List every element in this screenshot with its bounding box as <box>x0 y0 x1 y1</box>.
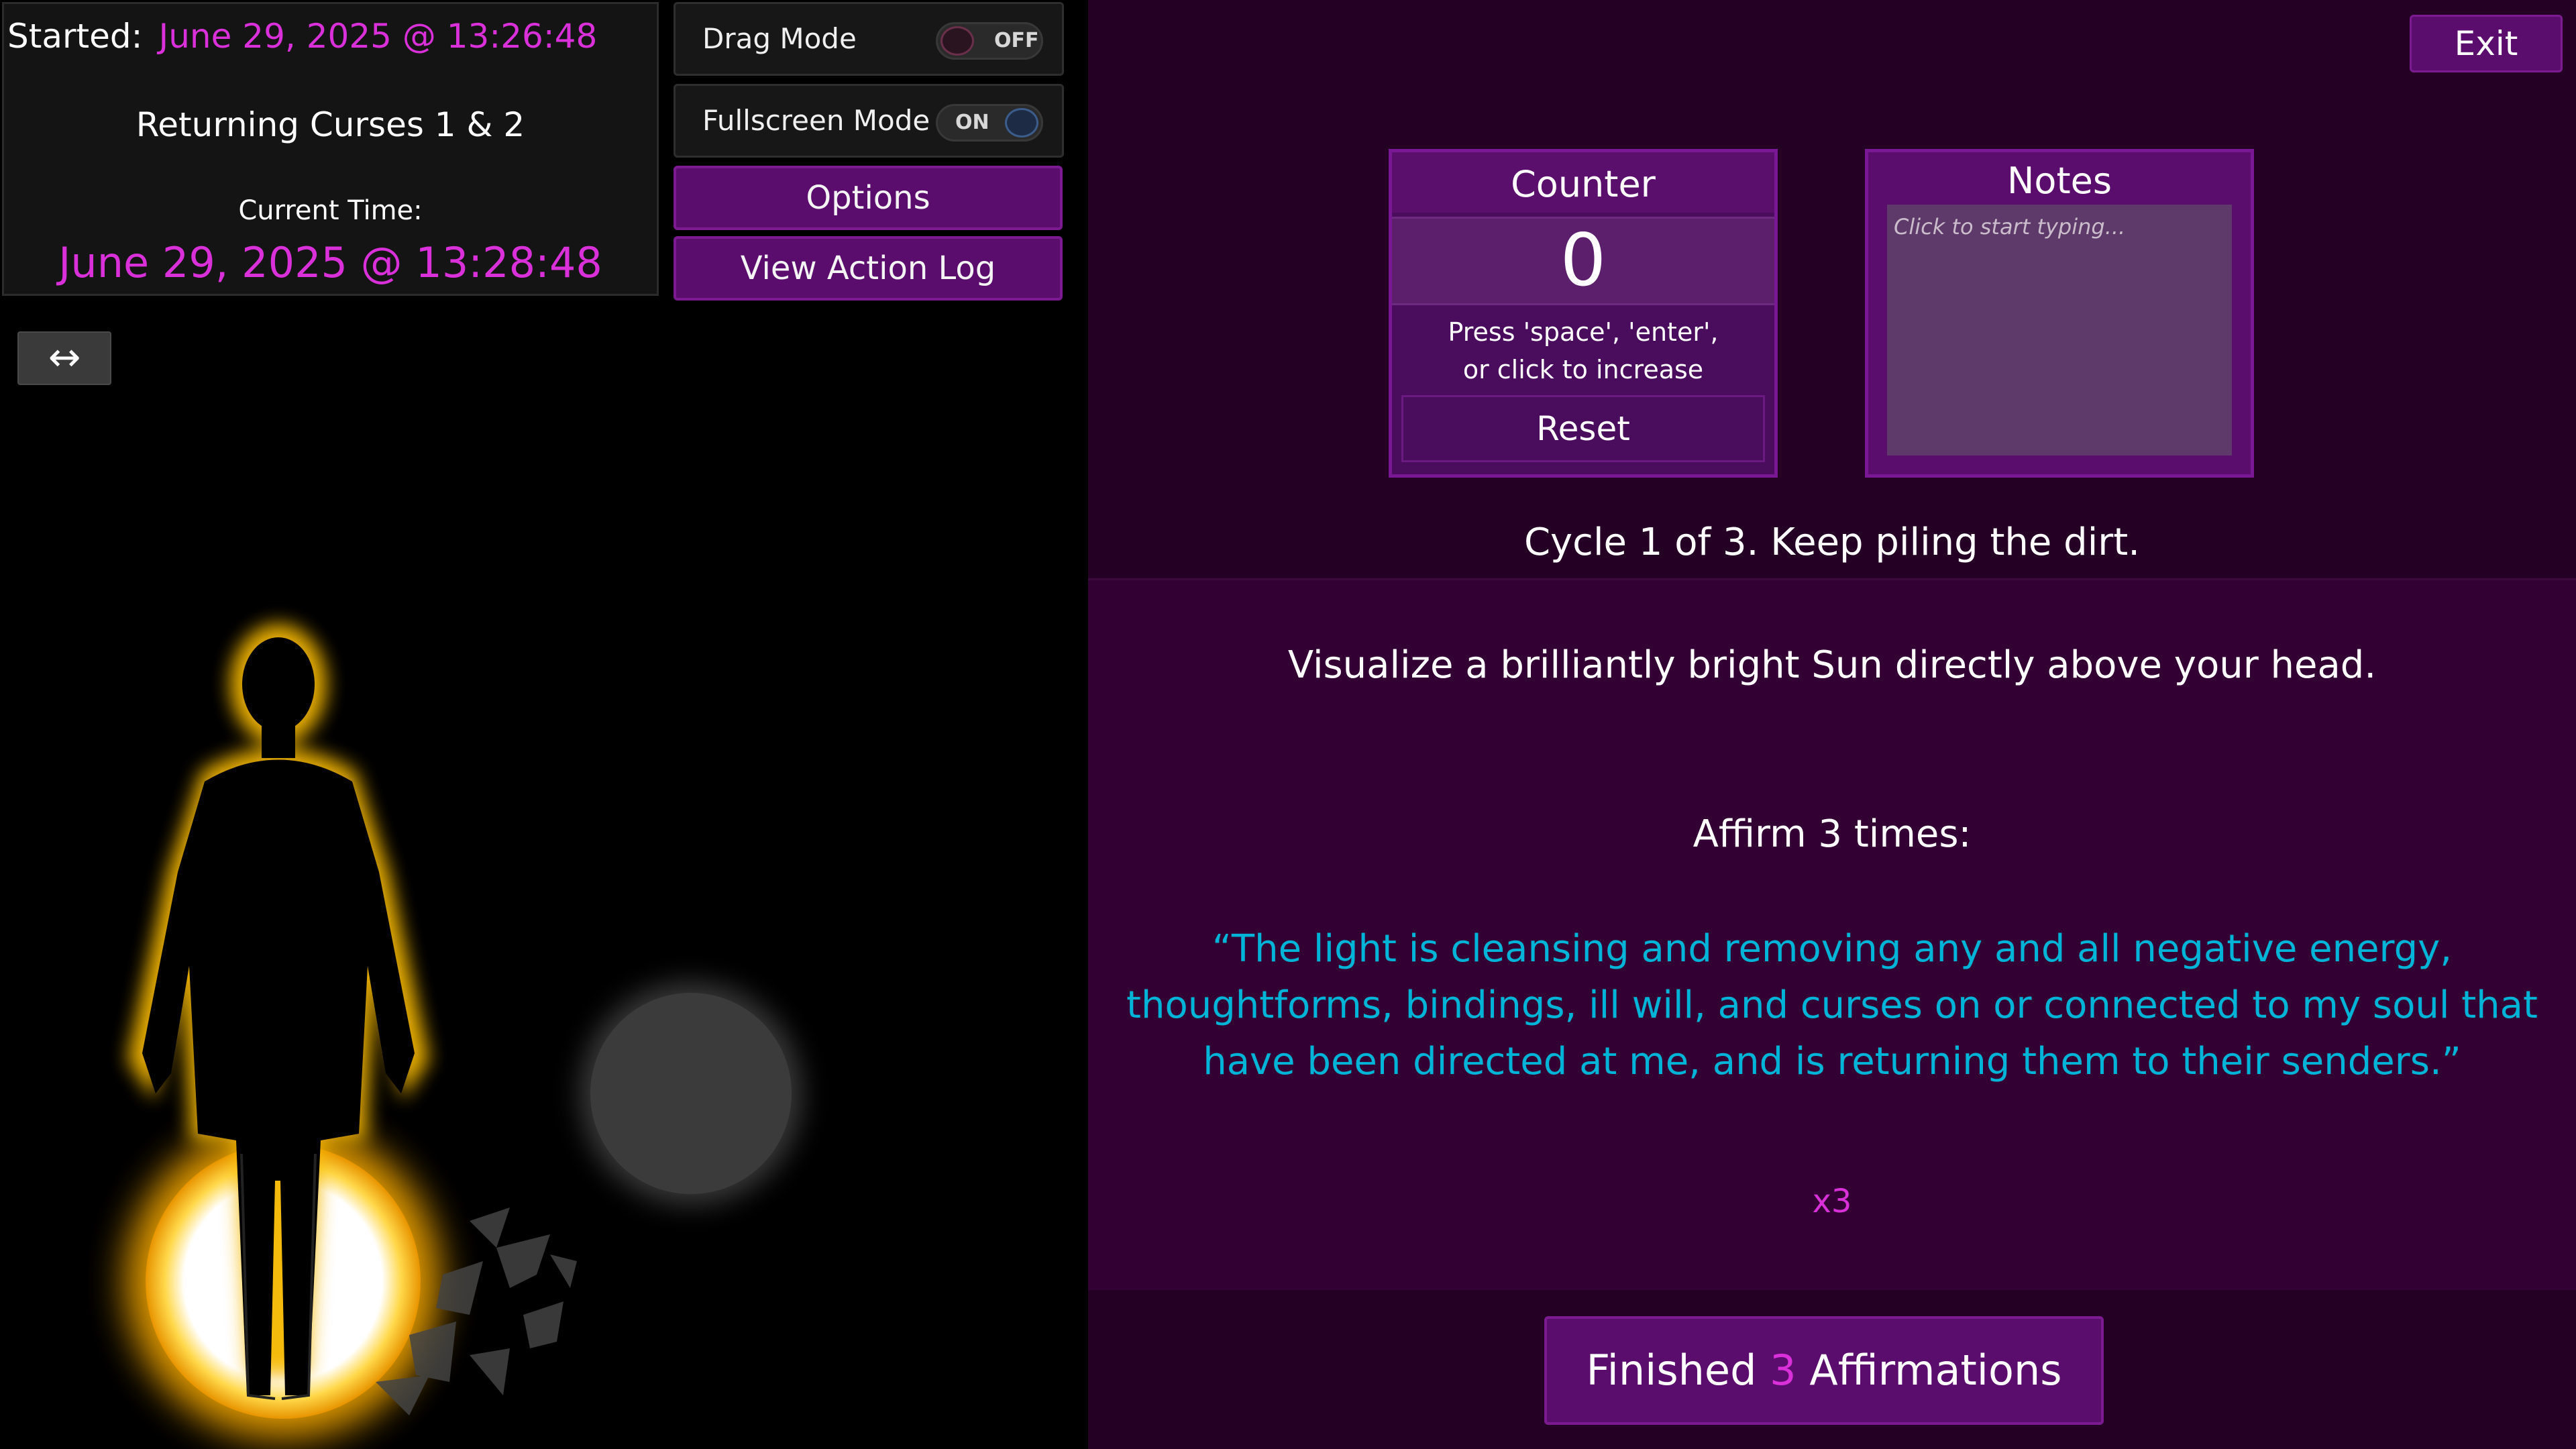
finished-affirmations-button[interactable]: Finished 3 Affirmations <box>1544 1316 2104 1425</box>
cycle-status: Cycle 1 of 3. Keep piling the dirt. <box>1523 521 2141 564</box>
counter-reset-button[interactable]: Reset <box>1401 395 1765 462</box>
affirm-label: Affirm 3 times: <box>1693 812 1972 856</box>
counter-increment-area[interactable]: 0 <box>1392 217 1774 305</box>
switch-state-text: OFF <box>994 29 1039 52</box>
counter-hint-line-1: Press 'space', 'enter', <box>1448 317 1719 347</box>
switch-knob <box>1005 108 1038 138</box>
repeat-count: x3 <box>1812 1183 1852 1220</box>
glowing-figure-scene <box>125 624 577 1439</box>
drag-mode-toggle-row: Drag Mode OFF <box>674 2 1064 76</box>
options-button[interactable]: Options <box>674 166 1063 230</box>
counter-title: Counter <box>1392 152 1774 213</box>
view-action-log-button[interactable]: View Action Log <box>674 236 1063 301</box>
current-time-label: Current Time: <box>238 195 423 226</box>
notes-title: Notes <box>2007 160 2112 202</box>
fullscreen-mode-toggle-row: Fullscreen Mode ON <box>674 84 1064 158</box>
session-info-panel: Started: June 29, 2025 @ 13:26:48 Returni… <box>2 2 659 296</box>
instruction-panel: Exit Counter 0 Press 'space', 'enter', o… <box>1088 0 2576 1449</box>
visualize-instruction: Visualize a brilliantly bright Sun direc… <box>1287 643 2377 687</box>
notes-widget: Notes <box>1865 149 2254 478</box>
current-time: June 29, 2025 @ 13:28:48 <box>58 238 602 287</box>
exit-button[interactable]: Exit <box>2410 15 2563 72</box>
switch-knob <box>941 26 974 56</box>
affirmation-text: “The light is cleansing and removing any… <box>1126 927 2538 1083</box>
fullscreen-mode-label: Fullscreen Mode <box>702 104 930 137</box>
counter-hint: Press 'space', 'enter', or click to incr… <box>1392 313 1774 388</box>
drag-mode-label: Drag Mode <box>702 22 857 55</box>
switch-state-text: ON <box>955 111 989 134</box>
counter-value: 0 <box>1560 219 1607 303</box>
finished-prefix: Finished <box>1586 1346 1757 1395</box>
started-row: Started: June 29, 2025 @ 13:26:48 <box>7 16 597 56</box>
started-timestamp: June 29, 2025 @ 13:26:48 <box>158 17 598 56</box>
started-label: Started: <box>7 17 143 56</box>
gray-dirt-orb <box>590 993 792 1194</box>
fullscreen-mode-switch[interactable]: ON <box>936 104 1043 142</box>
session-title: Returning Curses 1 & 2 <box>136 105 525 144</box>
finished-count: 3 <box>1770 1346 1796 1395</box>
counter-widget: Counter 0 Press 'space', 'enter', or cli… <box>1389 149 1778 478</box>
finished-suffix: Affirmations <box>1809 1346 2062 1395</box>
resize-arrows-icon[interactable]: ↔ <box>17 331 111 385</box>
counter-hint-line-2: or click to increase <box>1462 355 1704 384</box>
instruction-area: Visualize a brilliantly bright Sun direc… <box>1088 578 2576 1290</box>
drag-mode-switch[interactable]: OFF <box>936 22 1043 60</box>
notes-textarea[interactable] <box>1887 205 2232 455</box>
